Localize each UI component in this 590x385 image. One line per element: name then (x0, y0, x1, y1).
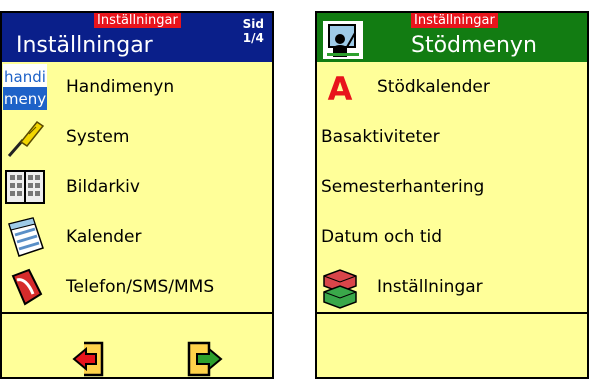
right-header: Inställningar Stödmenyn (317, 13, 587, 62)
menu-item-stodkalender[interactable]: A Stödkalender (317, 62, 587, 114)
menu-item-label: Kalender (66, 227, 142, 247)
header-tag: Inställningar (411, 13, 498, 28)
menu-item-datum-och-tid[interactable]: Datum och tid (317, 212, 587, 264)
building-blocks-icon (318, 264, 362, 310)
page-title: Stödmenyn (411, 33, 537, 58)
handimeny-logo-icon: handi meny (3, 64, 47, 110)
photo-album-icon (3, 164, 47, 210)
menu-item-label: Bildarkiv (66, 177, 140, 197)
navigation-bar (317, 329, 587, 377)
menu-item-installningar[interactable]: Inställningar (317, 262, 587, 314)
right-support-panel: Inställningar Stödmenyn A Stödkalender B… (315, 11, 589, 379)
page-indicator: Sid 1/4 (243, 17, 264, 45)
header-tag: Inställningar (94, 13, 181, 28)
handimeny-icon-text-bottom: meny (4, 90, 46, 108)
menu-item-kalender[interactable]: Kalender (2, 212, 272, 264)
page-number: 1/4 (242, 31, 264, 45)
exit-back-icon[interactable] (70, 339, 110, 377)
menu-item-label: Stödkalender (377, 77, 490, 97)
left-settings-panel: Inställningar Inställningar Sid 1/4 hand… (0, 11, 274, 379)
enter-forward-icon[interactable] (185, 339, 225, 377)
menu-item-label: Semesterhantering (321, 177, 485, 197)
menu-item-label: Inställningar (377, 277, 483, 297)
menu-item-handimenyn[interactable]: handi meny Handimenyn (2, 62, 272, 114)
navigation-bar (2, 329, 272, 377)
menu-item-label: Handimenyn (66, 77, 175, 97)
menu-item-system[interactable]: System (2, 112, 272, 164)
menu-item-label: Datum och tid (321, 227, 443, 247)
person-board-icon (323, 21, 363, 59)
left-header: Inställningar Inställningar Sid 1/4 (2, 13, 272, 62)
screwdriver-icon (3, 114, 47, 160)
page-title: Inställningar (16, 33, 153, 58)
page-label: Sid (242, 17, 264, 31)
letter-a-icon: A (318, 64, 362, 110)
menu-item-telefon[interactable]: Telefon/SMS/MMS (2, 262, 272, 314)
menu-item-label: Basaktiviteter (321, 127, 440, 147)
letter-a-text: A (328, 70, 353, 108)
phone-icon (3, 264, 47, 310)
menu-item-label: Telefon/SMS/MMS (66, 277, 215, 297)
menu-item-basaktiviteter[interactable]: Basaktiviteter (317, 112, 587, 164)
menu-item-semesterhantering[interactable]: Semesterhantering (317, 162, 587, 214)
menu-item-label: System (66, 127, 130, 147)
handimeny-icon-text-top: handi (4, 68, 46, 86)
menu-item-bildarkiv[interactable]: Bildarkiv (2, 162, 272, 214)
calendar-icon (3, 214, 47, 260)
